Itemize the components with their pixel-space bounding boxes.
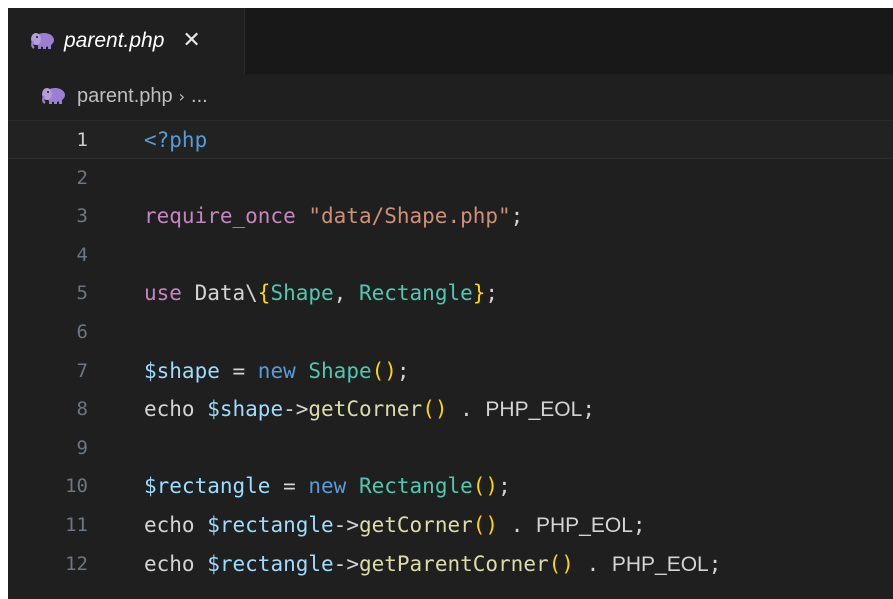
code-token: . bbox=[573, 551, 612, 576]
code-token: echo bbox=[144, 512, 195, 537]
line-number: 12 bbox=[65, 552, 88, 575]
close-icon[interactable]: ✕ bbox=[182, 30, 200, 52]
code-token: $rectangle bbox=[144, 474, 271, 499]
line-number: 6 bbox=[76, 320, 88, 343]
code-token: getParentCorner bbox=[358, 551, 549, 576]
code-token: PHP_EOL bbox=[536, 513, 633, 537]
code-token: ; bbox=[632, 512, 646, 537]
code-token: . bbox=[447, 397, 486, 422]
code-token: echo bbox=[144, 551, 195, 576]
line-number: 10 bbox=[65, 475, 88, 498]
php-elephant-icon bbox=[30, 31, 56, 51]
tab-label: parent.php bbox=[64, 29, 165, 52]
code-token: new bbox=[257, 358, 296, 383]
code-token: getCorner bbox=[308, 397, 423, 422]
code-token: -> bbox=[333, 551, 359, 576]
line-number: 2 bbox=[76, 166, 88, 189]
code-editor: parent.php ✕ parent.php › ... 1 <?php 2 3 re… bbox=[8, 8, 893, 599]
tab-parent-php[interactable]: parent.php ✕ bbox=[8, 8, 245, 74]
code-text: use Data\{Shape, Rectangle}; bbox=[144, 274, 498, 313]
code-token: "data/Shape.php" bbox=[308, 204, 511, 229]
code-token: require_once bbox=[144, 204, 296, 229]
code-token: PHP_EOL bbox=[485, 398, 583, 422]
line-number: 9 bbox=[76, 436, 88, 459]
code-token: ; bbox=[485, 281, 499, 306]
line-number: 8 bbox=[76, 398, 88, 421]
code-line[interactable]: 4 bbox=[8, 236, 893, 275]
php-elephant-icon bbox=[41, 86, 67, 106]
code-text: $shape = new Shape(); bbox=[144, 352, 410, 391]
code-token: ; bbox=[582, 397, 595, 422]
code-line[interactable]: 6 bbox=[8, 313, 893, 352]
code-token: ; bbox=[396, 358, 410, 383]
code-token: = bbox=[219, 358, 258, 383]
code-token: Shape bbox=[270, 281, 334, 306]
code-line[interactable]: 11 echo $rectangle->getCorner() . PHP_EOL… bbox=[8, 506, 893, 545]
code-token: new bbox=[308, 474, 347, 499]
code-token: } bbox=[472, 281, 486, 306]
code-token: getCorner bbox=[358, 512, 473, 537]
code-token: () bbox=[472, 474, 499, 499]
code-token: () bbox=[371, 358, 397, 383]
code-token: $rectangle bbox=[207, 551, 334, 576]
code-text: echo $rectangle->getCorner() . PHP_EOL; bbox=[144, 506, 646, 546]
line-number: 11 bbox=[65, 513, 88, 536]
line-number: 1 bbox=[76, 129, 88, 151]
code-token: Shape bbox=[308, 358, 372, 383]
code-token: use bbox=[144, 281, 182, 306]
code-token: , bbox=[333, 281, 359, 306]
code-text: require_once "data/Shape.php"; bbox=[144, 197, 523, 236]
code-token: = bbox=[270, 474, 309, 499]
code-line[interactable]: 5 use Data\{Shape, Rectangle}; bbox=[8, 274, 893, 313]
code-token: () bbox=[422, 397, 448, 422]
code-line[interactable]: 3 require_once "data/Shape.php"; bbox=[8, 197, 893, 236]
code-text: <?php bbox=[144, 121, 207, 160]
code-line[interactable]: 12 echo $rectangle->getParentCorner() . P… bbox=[8, 545, 893, 584]
code-token: -> bbox=[283, 397, 309, 422]
line-number: 4 bbox=[76, 243, 88, 266]
line-number: 7 bbox=[76, 359, 88, 382]
code-token: <?php bbox=[144, 128, 208, 152]
code-line[interactable]: 2 bbox=[8, 159, 893, 198]
code-text: echo $shape->getCorner() . PHP_EOL; bbox=[144, 390, 595, 430]
code-token: Rectangle bbox=[358, 281, 473, 306]
breadcrumb: parent.php › ... bbox=[8, 74, 893, 118]
code-token: echo bbox=[144, 397, 195, 422]
code-token: -> bbox=[333, 512, 359, 537]
code-text: echo $rectangle->getParentCorner() . PHP… bbox=[144, 545, 721, 585]
breadcrumb-file[interactable]: parent.php bbox=[77, 85, 173, 108]
code-token: $shape bbox=[144, 358, 220, 383]
code-line[interactable]: 9 bbox=[8, 429, 893, 468]
code-lines[interactable]: 1 <?php 2 3 require_once "data/Shape.php"; 4 5… bbox=[8, 120, 893, 583]
tab-bar: parent.php ✕ bbox=[8, 8, 893, 74]
code-line[interactable]: 8 echo $shape->getCorner() . PHP_EOL; bbox=[8, 390, 893, 429]
code-token: $rectangle bbox=[207, 512, 334, 537]
code-token: Data\ bbox=[181, 281, 258, 306]
code-token: () bbox=[548, 551, 574, 576]
code-token: ; bbox=[498, 474, 511, 499]
code-token: Rectangle bbox=[358, 474, 473, 499]
breadcrumb-symbols[interactable]: ... bbox=[191, 85, 208, 108]
line-number: 5 bbox=[76, 282, 88, 305]
code-token: { bbox=[257, 281, 271, 306]
code-token: $shape bbox=[207, 397, 284, 422]
code-token: ; bbox=[708, 551, 722, 576]
code-line[interactable]: 7 $shape = new Shape(); bbox=[8, 352, 893, 391]
code-token: ; bbox=[510, 204, 524, 229]
code-token: () bbox=[472, 512, 499, 537]
chevron-right-icon: › bbox=[178, 86, 186, 106]
line-number: 3 bbox=[76, 205, 88, 228]
code-token: PHP_EOL bbox=[611, 552, 709, 576]
code-line[interactable]: 10 $rectangle = new Rectangle(); bbox=[8, 467, 893, 506]
code-line[interactable]: 1 <?php bbox=[8, 120, 893, 159]
code-token: . bbox=[498, 512, 536, 537]
code-text: $rectangle = new Rectangle(); bbox=[144, 467, 511, 506]
